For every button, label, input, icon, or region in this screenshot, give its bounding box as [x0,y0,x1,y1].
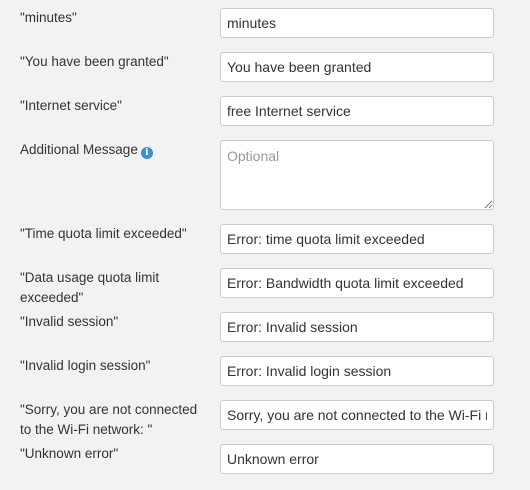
data-usage-quota-label: "Data usage quota limit exceeded" [20,270,160,305]
invalid-session-label: "Invalid session" [20,314,119,329]
granted-input[interactable] [220,52,494,82]
unknown-error-input[interactable] [220,444,494,474]
time-quota-input[interactable] [220,224,494,254]
invalid-login-session-label: "Invalid login session" [20,358,151,373]
minutes-input[interactable] [220,8,494,38]
time-quota-label: "Time quota limit exceeded" [20,226,187,241]
additional-message-label: Additional Message i [20,140,200,160]
minutes-label: "minutes" [20,10,77,25]
invalid-login-session-input[interactable] [220,356,494,386]
internet-service-label: "Internet service" [20,98,122,113]
info-icon[interactable]: i [140,147,153,159]
not-connected-label: "Sorry, you are not connected to the Wi-… [20,402,198,437]
additional-message-textarea[interactable] [220,140,494,210]
internet-service-input[interactable] [220,96,494,126]
granted-label: "You have been granted" [20,54,169,69]
additional-message-label-text: Additional Message [20,142,138,157]
invalid-session-input[interactable] [220,312,494,342]
not-connected-input[interactable] [220,400,494,430]
data-usage-quota-input[interactable] [220,268,494,298]
unknown-error-label: "Unknown error" [20,446,119,461]
